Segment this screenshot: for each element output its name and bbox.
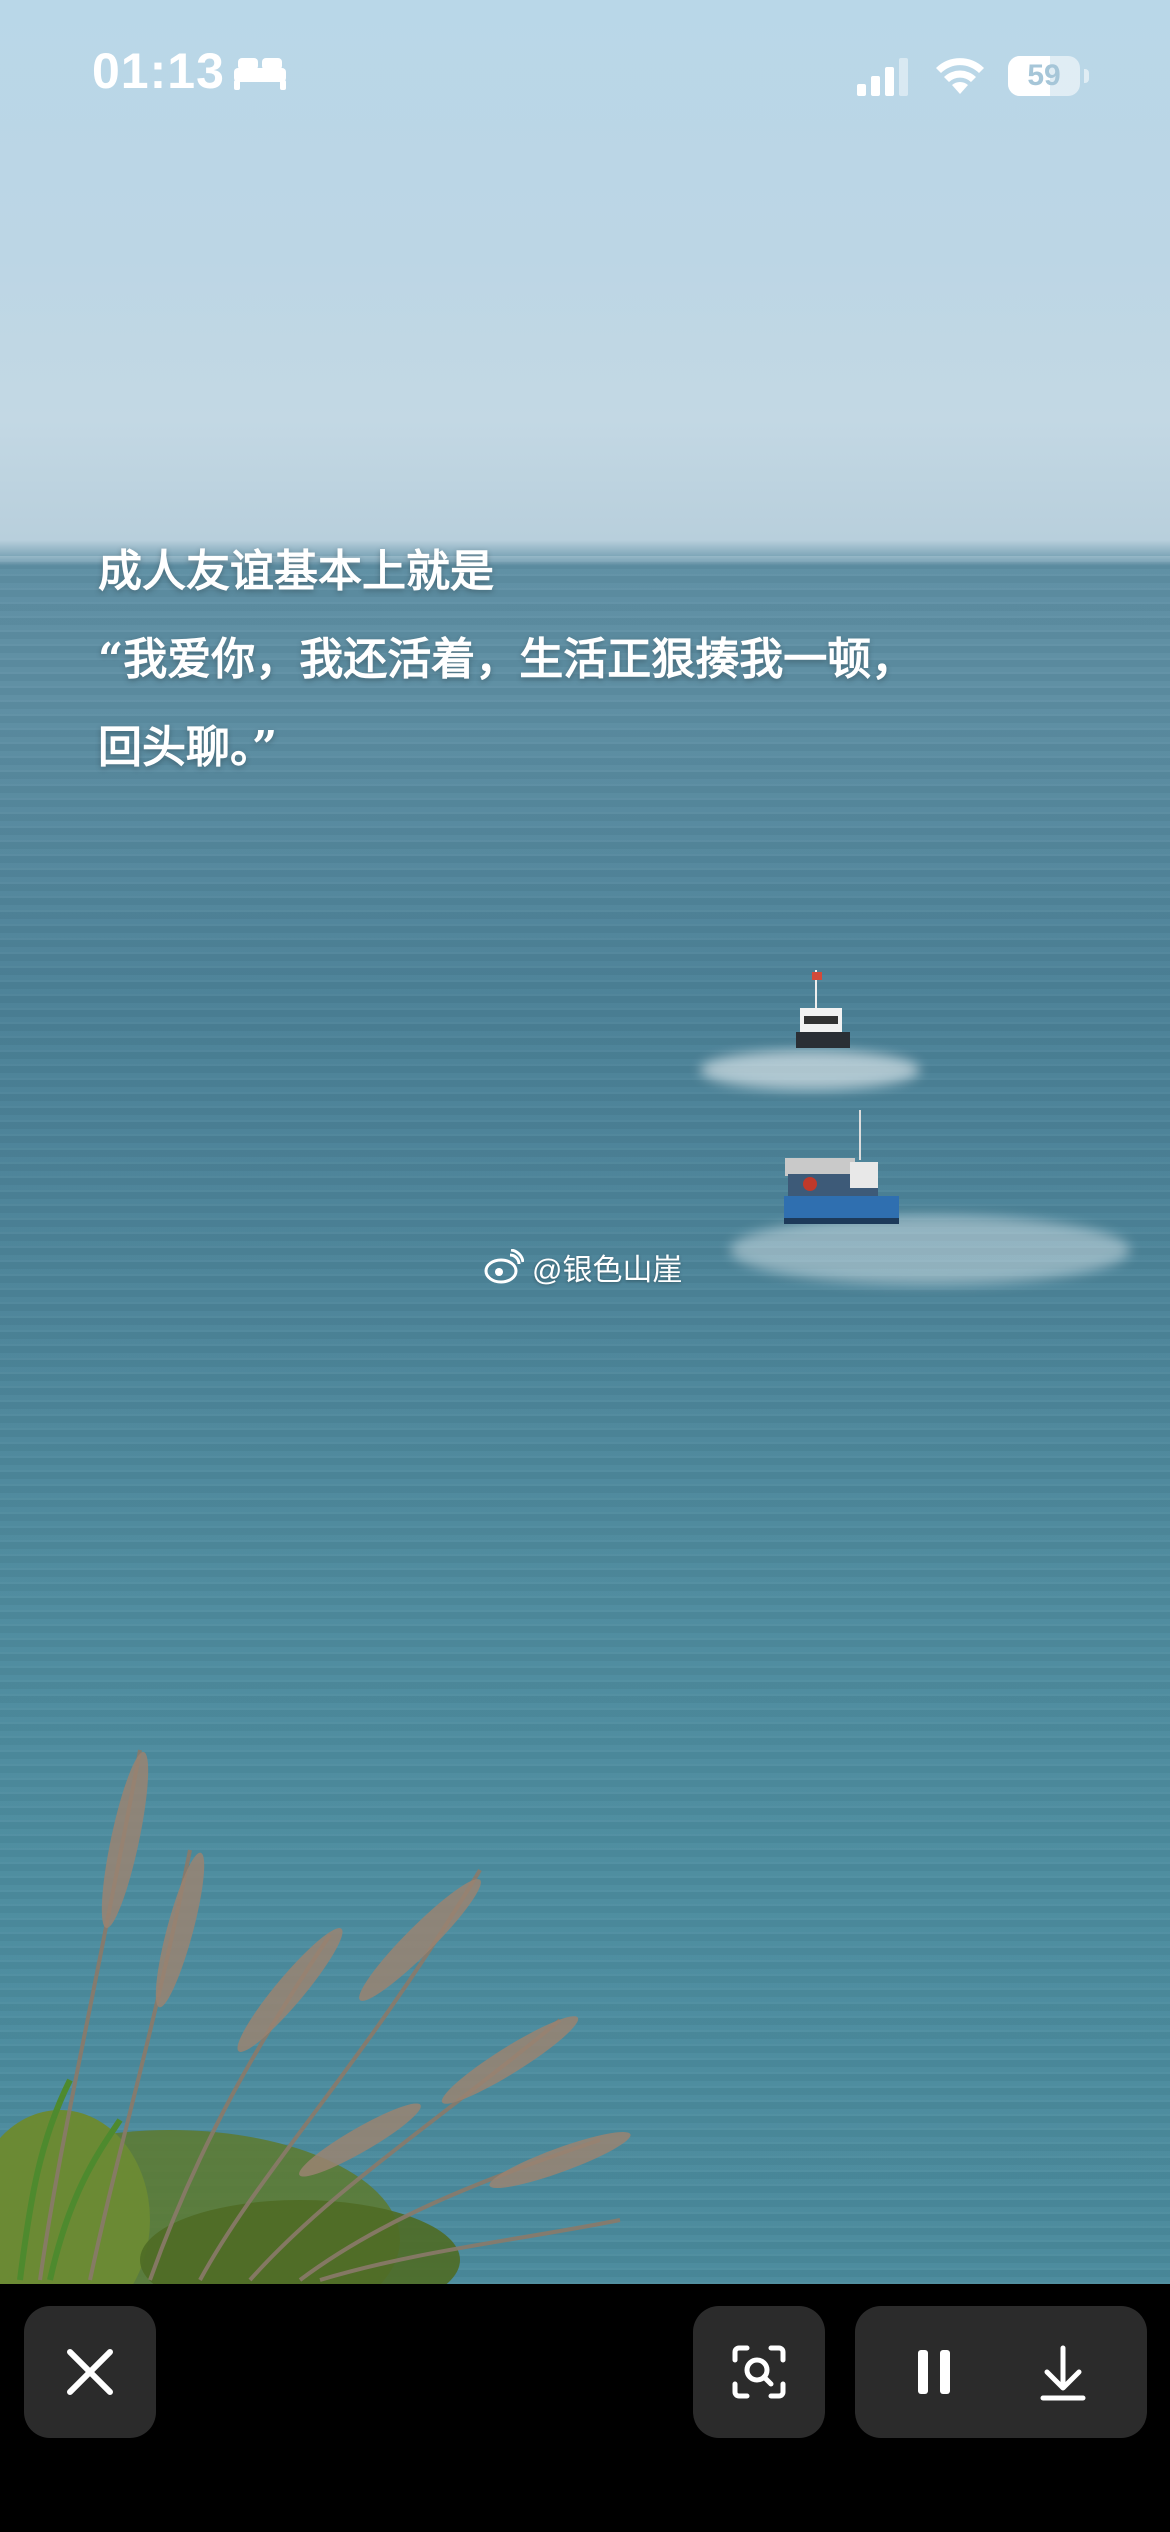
download-button[interactable] bbox=[997, 2306, 1129, 2438]
weibo-icon bbox=[484, 1249, 524, 1284]
battery-icon: 59 bbox=[1008, 56, 1089, 96]
quote-line: 回头聊。” bbox=[98, 722, 278, 773]
close-button[interactable] bbox=[24, 2306, 156, 2438]
bed-icon bbox=[234, 58, 286, 90]
watermark: @银色山崖 bbox=[484, 1245, 682, 1289]
close-icon bbox=[67, 2349, 113, 2395]
scan-icon bbox=[732, 2345, 786, 2399]
boat-near bbox=[784, 1110, 899, 1224]
status-bar: 01:13 59 bbox=[0, 0, 1170, 150]
download-icon bbox=[1040, 2345, 1086, 2401]
wifi-icon bbox=[936, 58, 984, 94]
boat-far bbox=[796, 970, 850, 1048]
video-frame[interactable] bbox=[0, 0, 1170, 2284]
pause-icon bbox=[918, 2350, 928, 2394]
watermark-text: @银色山崖 bbox=[532, 1254, 683, 1287]
quote-line: 成人友谊基本上就是 bbox=[98, 546, 494, 597]
visual-search-button[interactable] bbox=[693, 2306, 825, 2438]
status-time: 01:13 bbox=[92, 43, 225, 99]
pause-button[interactable] bbox=[868, 2306, 1000, 2438]
signal-icon bbox=[857, 58, 908, 96]
quote-line: “我爱你，我还活着，生活正狠揍我一顿， bbox=[98, 634, 916, 685]
bottom-toolbar bbox=[0, 2284, 1170, 2532]
reeds-foreground bbox=[0, 1749, 631, 2284]
media-controls bbox=[855, 2306, 1147, 2438]
quote-caption: 成人友谊基本上就是 “我爱你，我还活着，生活正狠揍我一顿， 回头聊。” bbox=[98, 528, 915, 792]
battery-level: 59 bbox=[1027, 59, 1061, 92]
